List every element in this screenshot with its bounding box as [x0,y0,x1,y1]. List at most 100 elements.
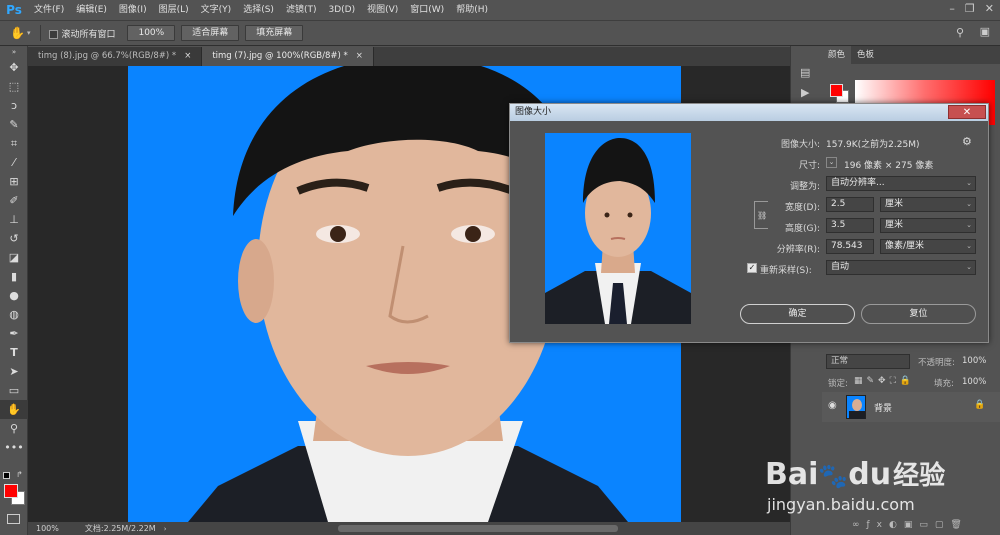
fit-to-select[interactable]: 自动分辨率... ⌄ [826,176,976,191]
status-menu-arrow-icon[interactable]: › [164,525,167,533]
quick-select-tool-icon[interactable]: ✎ [0,115,28,134]
lasso-tool-icon[interactable]: ↄ [0,96,28,115]
dialog-close-button[interactable]: ✕ [948,105,986,119]
ok-button[interactable]: 确定 [740,304,855,324]
hand-tool-icon[interactable]: ✋ [0,400,28,419]
play-action-icon[interactable]: ▶ [801,86,809,99]
tab-swatches[interactable]: 色板 [851,46,880,64]
move-tool-icon[interactable]: ✥ [0,58,28,77]
quick-mask-icon[interactable] [7,514,20,524]
menu-3d[interactable]: 3D(D) [322,0,361,20]
history-panel-icon[interactable]: ▤ [800,66,810,79]
lock-icons[interactable]: ▦✎✥⛶🔒 [854,376,915,386]
healing-tool-icon[interactable]: ⊞ [0,172,28,191]
eyedropper-tool-icon[interactable]: ⁄ [0,153,28,172]
resample-label: 重新采样(S): [760,266,812,276]
fit-to-label: 调整为: [789,182,820,192]
image-preview [545,133,691,324]
menu-edit[interactable]: 编辑(E) [70,0,113,20]
height-label: 高度(G): [784,224,820,234]
chevron-down-icon: ⌄ [966,179,972,187]
reset-button[interactable]: 复位 [861,304,976,324]
zoom-level[interactable]: 100% [36,524,59,533]
opacity-label: 不透明度: [918,358,955,368]
shape-tool-icon[interactable]: ▭ [0,381,28,400]
menu-type[interactable]: 文字(Y) [195,0,238,20]
default-colors-icon[interactable] [3,472,10,479]
swap-colors-icon[interactable]: ↱ [16,470,23,479]
menu-window[interactable]: 窗口(W) [404,0,450,20]
fill-screen-button[interactable]: 填充屏幕 [245,25,304,41]
image-size-value: 157.9K(之前为2.25M) [826,140,920,150]
fg-color-chip[interactable] [830,84,843,97]
foreground-color-swatch[interactable] [4,484,18,498]
chevron-down-icon: ⌄ [966,221,972,229]
paw-icon: 🐾 [818,462,849,490]
zoom-100-button[interactable]: 100% [127,25,176,41]
tab-label: timg (8).jpg @ 66.7%(RGB/8#) * [38,51,177,61]
collapse-arrows-icon[interactable]: » [0,46,28,58]
workspace-icon[interactable]: ▣ [980,25,990,38]
marquee-tool-icon[interactable]: ⬚ [0,77,28,96]
tab-timg-7[interactable]: timg (7).jpg @ 100%(RGB/8#) * × [202,47,374,66]
tab-color[interactable]: 颜色 [822,46,852,64]
width-label: 宽度(D): [785,203,820,213]
history-brush-tool-icon[interactable]: ↺ [0,229,28,248]
image-size-label: 图像大小: [780,140,820,150]
menu-filter[interactable]: 滤镜(T) [280,0,323,20]
tool-preset-chevron-icon[interactable]: ▾ [27,29,31,37]
dodge-tool-icon[interactable]: ◍ [0,305,28,324]
width-unit-select[interactable]: 厘米 ⌄ [880,197,976,212]
tools-panel: » ✥ ⬚ ↄ ✎ ⌗ ⁄ ⊞ ✐ ⊥ ↺ ◪ ▮ ● ◍ ✒ T ➤ ▭ ✋ … [0,46,28,535]
resample-value: 自动 [831,262,850,272]
resample-checkbox[interactable]: ✓ [747,263,757,273]
dialog-title: 图像大小 [510,104,988,121]
tab-timg-8[interactable]: timg (8).jpg @ 66.7%(RGB/8#) * × [28,47,203,66]
crop-tool-icon[interactable]: ⌗ [0,134,28,153]
type-tool-icon[interactable]: T [0,343,28,362]
settings-gear-icon[interactable]: ⚙ [962,135,972,148]
options-bar: ✋ ▾ 滚动所有窗口 100% 适合屏幕 填充屏幕 ⚲ ▣ [0,20,1000,46]
minimize-icon[interactable]: – [949,2,955,15]
layer-thumbnail [846,395,866,419]
gradient-tool-icon[interactable]: ▮ [0,267,28,286]
document-size[interactable]: 文档:2.25M/2.22M [85,523,156,534]
menu-layer[interactable]: 图层(L) [153,0,195,20]
zoom-tool-icon[interactable]: ⚲ [0,419,28,438]
resolution-unit-select[interactable]: 像素/厘米 ⌄ [880,239,976,254]
hand-tool-icon[interactable]: ✋ [10,26,25,40]
menu-image[interactable]: 图像(I) [113,0,153,20]
menu-view[interactable]: 视图(V) [361,0,404,20]
close-window-icon[interactable]: ✕ [985,2,994,15]
close-tab-icon[interactable]: × [356,51,363,61]
eraser-tool-icon[interactable]: ◪ [0,248,28,267]
brush-tool-icon[interactable]: ✐ [0,191,28,210]
menu-select[interactable]: 选择(S) [237,0,280,20]
fill-value[interactable]: 100% [962,377,986,387]
resolution-input[interactable]: 78.543 [826,239,874,254]
menu-help[interactable]: 帮助(H) [450,0,494,20]
chevron-down-icon: ⌄ [966,242,972,250]
pen-tool-icon[interactable]: ✒ [0,324,28,343]
close-tab-icon[interactable]: × [184,51,191,61]
more-tools-icon[interactable]: ••• [0,438,28,457]
layers-blend-mode-select[interactable]: 正常 [826,354,910,369]
scroll-all-windows-checkbox[interactable]: 滚动所有窗口 [49,27,115,40]
horizontal-scrollbar[interactable] [338,525,618,532]
blur-tool-icon[interactable]: ● [0,286,28,305]
menu-file[interactable]: 文件(F) [28,0,70,20]
height-unit-select[interactable]: 厘米 ⌄ [880,218,976,233]
dimensions-unit-toggle[interactable]: ⌄ [826,157,837,168]
visibility-eye-icon[interactable]: ◉ [828,400,837,411]
search-icon[interactable]: ⚲ [956,26,964,39]
resample-select[interactable]: 自动 ⌄ [826,260,976,275]
width-input[interactable]: 2.5 [826,197,874,212]
layer-row-background[interactable]: ◉ 背景 🔒 [822,392,1000,422]
fit-screen-button[interactable]: 适合屏幕 [181,25,240,41]
restore-icon[interactable]: ❐ [965,2,975,15]
path-select-tool-icon[interactable]: ➤ [0,362,28,381]
stamp-tool-icon[interactable]: ⊥ [0,210,28,229]
height-input[interactable]: 3.5 [826,218,874,233]
watermark-url: jingyan.baidu.com [767,495,915,514]
opacity-value[interactable]: 100% [962,356,986,366]
